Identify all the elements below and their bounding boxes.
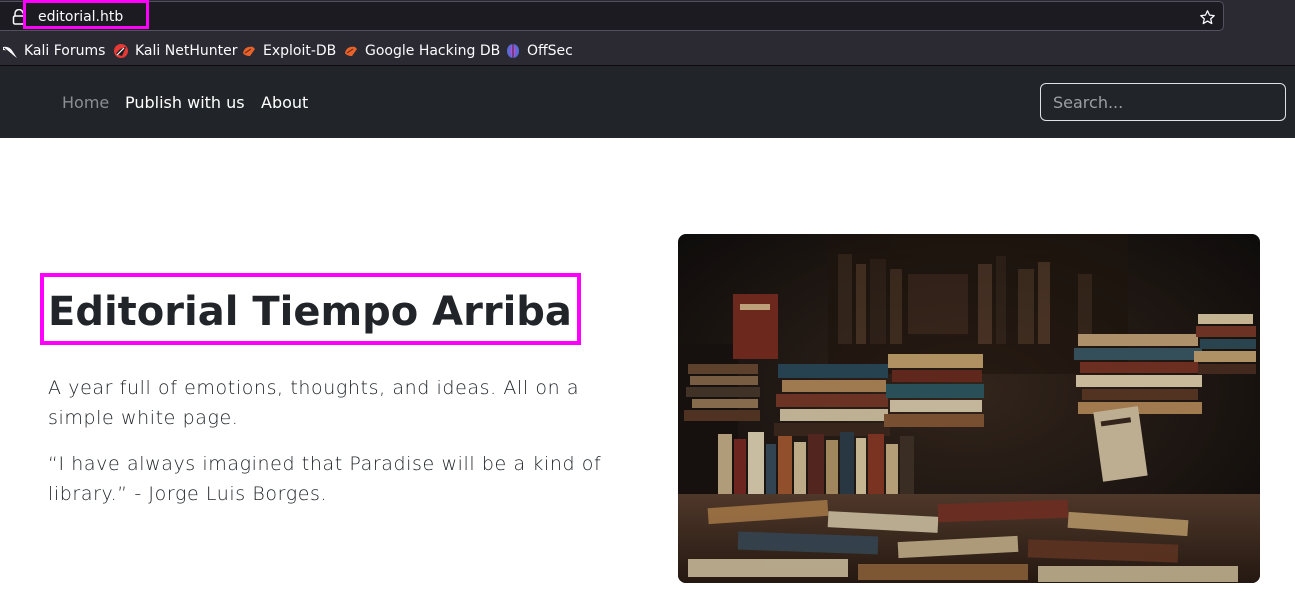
bookmark-label: OffSec: [527, 42, 573, 59]
page-title: Editorial Tiempo Arriba: [48, 289, 572, 335]
site-navbar: Home Publish with us About: [0, 66, 1295, 138]
bookmark-label: Kali NetHunter: [135, 42, 238, 59]
nav-publish-link[interactable]: Publish with us: [125, 93, 245, 112]
nav-home-link[interactable]: Home: [62, 93, 109, 112]
offsec-icon: [507, 43, 519, 58]
bookmark-label: Google Hacking DB: [365, 42, 501, 59]
quote-paragraph: “I have always imagined that Paradise wi…: [48, 453, 602, 505]
intro-paragraph: A year full of emotions, thoughts, and i…: [48, 377, 580, 429]
bookmarks-toolbar: Kali Forums Kali NetHunter Exploit-DB Go…: [0, 33, 1295, 66]
address-bar[interactable]: editorial.htb: [0, 1, 1224, 31]
nav-about-link[interactable]: About: [261, 93, 308, 112]
bookmark-exploit-db[interactable]: Exploit-DB: [241, 42, 336, 59]
bookmark-google-hacking-db[interactable]: Google Hacking DB: [343, 42, 500, 59]
bookmark-star-icon[interactable]: [1199, 9, 1216, 26]
bookmark-kali-forums[interactable]: Kali Forums: [2, 42, 105, 59]
books-photo-illustration: [678, 234, 1260, 583]
exploit-db-icon: [243, 46, 255, 56]
search-input[interactable]: [1040, 83, 1286, 121]
nethunter-icon: [114, 43, 128, 58]
bookmark-kali-nethunter[interactable]: Kali NetHunter: [113, 42, 237, 59]
bookmark-label: Kali Forums: [24, 42, 106, 59]
ghdb-icon: [345, 46, 357, 56]
kali-dragon-icon: [3, 46, 17, 58]
books-photo: [678, 234, 1260, 583]
bookmark-offsec[interactable]: OffSec: [505, 42, 573, 59]
browser-toolbar: editorial.htb: [0, 0, 1295, 33]
bookmark-label: Exploit-DB: [263, 42, 337, 59]
url-highlight-box: [23, 0, 149, 29]
